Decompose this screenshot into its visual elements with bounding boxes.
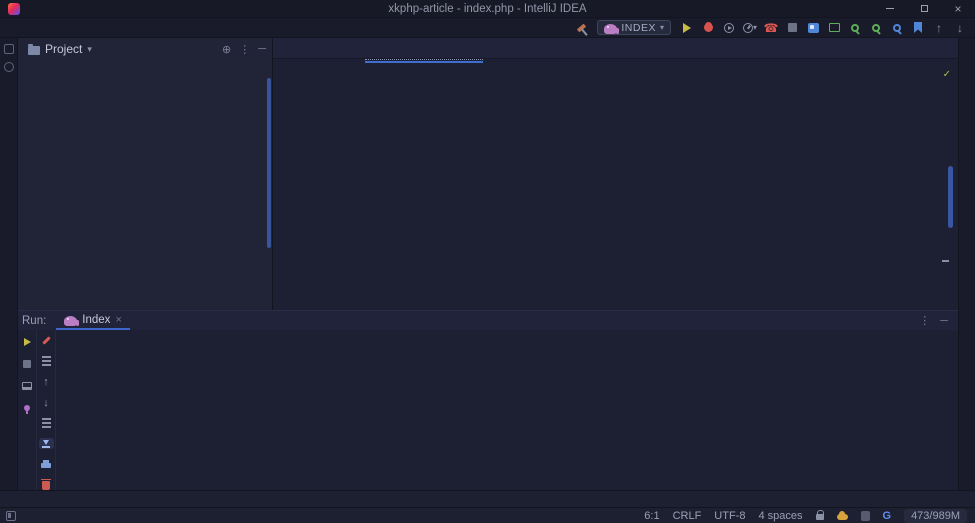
scroll-to-end-icon[interactable] [39, 438, 54, 449]
selection-artifact [365, 59, 483, 60]
project-panel: Project ▾ ⊕ ⋮ ─ [18, 38, 273, 310]
chevron-down-icon: ▾ [660, 23, 664, 32]
stop-button[interactable] [20, 357, 35, 370]
main-body: Project ▾ ⊕ ⋮ ─ [0, 38, 975, 490]
navigation-toolbar: INDEX ▾ ▾ ☎ ↑ ↓ [0, 18, 975, 38]
php-icon [604, 24, 617, 34]
caret-position[interactable]: 6:1 [644, 510, 659, 522]
find-icon[interactable] [888, 20, 906, 36]
run-toolbar-primary [18, 330, 37, 490]
print-icon[interactable] [39, 458, 54, 469]
project-panel-header[interactable]: Project ▾ ⊕ ⋮ ─ [18, 38, 272, 60]
up-stack-icon[interactable]: ↑ [39, 376, 54, 388]
inspections-ok-icon[interactable]: ✓ [943, 67, 950, 81]
minimize-button[interactable] [873, 0, 907, 18]
code-editor[interactable]: ✓ [273, 59, 958, 310]
line-separator[interactable]: CRLF [673, 510, 702, 522]
run-panel-body: ↑ ↓ [18, 330, 958, 490]
project-panel-title: Project [45, 42, 82, 56]
up-arrow-icon[interactable]: ↑ [930, 20, 948, 36]
close-button[interactable]: × [941, 0, 975, 18]
stop-button[interactable] [783, 20, 801, 36]
commit-tool-icon[interactable] [4, 62, 14, 72]
run-console[interactable] [56, 330, 958, 490]
more-options-icon[interactable]: ⋮ [919, 314, 930, 327]
search-icon[interactable] [846, 20, 864, 36]
run-configuration-name: INDEX [621, 22, 656, 34]
terminal-window-icon[interactable] [825, 20, 843, 36]
chevron-down-icon: ▾ [87, 44, 92, 55]
rerun-button[interactable] [20, 335, 35, 348]
memory-indicator[interactable]: 473/989M [904, 509, 967, 523]
status-bar: 6:1 CRLF UTF-8 4 spaces G 473/989M [0, 507, 975, 523]
run-button[interactable] [678, 20, 696, 36]
run-toolbar-secondary: ↑ ↓ [37, 330, 56, 490]
soft-wrap-icon[interactable] [39, 418, 54, 429]
title-bar: xkphp-article - index.php - IntelliJ IDE… [0, 0, 975, 18]
indent-setting[interactable]: 4 spaces [758, 510, 802, 522]
project-tool-icon[interactable] [4, 44, 14, 54]
run-label: Run: [22, 315, 46, 327]
intellij-logo-icon [8, 3, 20, 15]
main-toolbar: INDEX ▾ ▾ ☎ ↑ ↓ [572, 20, 969, 36]
debug-button[interactable] [699, 20, 717, 36]
editor-tab-bar [273, 38, 958, 59]
left-tool-window-bar [0, 38, 18, 490]
window-title: xkphp-article - index.php - IntelliJ IDE… [388, 3, 586, 15]
run-tab-index[interactable]: Index × [56, 311, 130, 330]
maximize-button[interactable] [907, 0, 941, 18]
plugin-status-icon[interactable] [861, 511, 870, 521]
cloud-sync-icon[interactable] [837, 514, 848, 520]
project-scrollbar[interactable] [267, 78, 271, 248]
hide-panel-icon[interactable]: ─ [258, 43, 266, 55]
browser-icon[interactable] [804, 20, 822, 36]
window-controls: × [873, 0, 975, 18]
edit-source-icon[interactable] [39, 335, 54, 346]
profiler-button[interactable]: ▾ [741, 20, 759, 36]
selection-artifact [365, 61, 483, 63]
filter-list-icon[interactable] [39, 355, 54, 366]
close-icon[interactable]: × [115, 314, 121, 326]
more-options-icon[interactable]: ⋮ [239, 43, 250, 56]
right-tool-window-bar [958, 38, 975, 490]
project-icon [28, 46, 40, 55]
build-hammer-icon[interactable] [572, 20, 590, 36]
search-replace-icon[interactable] [867, 20, 885, 36]
hide-panel-icon[interactable]: ─ [940, 315, 948, 327]
restore-layout-icon[interactable] [20, 379, 35, 392]
tool-windows-icon[interactable] [6, 511, 16, 521]
editor: ✓ [273, 38, 958, 310]
pin-tab-icon[interactable] [20, 401, 35, 414]
lock-icon[interactable] [816, 514, 824, 520]
locate-file-icon[interactable]: ⊕ [222, 43, 231, 56]
bookmark-icon[interactable] [909, 20, 927, 36]
google-translate-icon[interactable]: G [883, 510, 892, 522]
run-configuration-selector[interactable]: INDEX ▾ [597, 20, 671, 35]
editor-scrollbar[interactable] [948, 166, 953, 228]
ide-window: xkphp-article - index.php - IntelliJ IDE… [0, 0, 975, 523]
down-arrow-icon[interactable]: ↓ [951, 20, 969, 36]
down-stack-icon[interactable]: ↓ [39, 397, 54, 409]
clear-console-icon[interactable] [39, 479, 54, 490]
tool-window-bar [0, 490, 975, 507]
run-tab-label: Index [82, 314, 110, 326]
run-panel: Run: Index × ⋮ ─ [18, 310, 958, 490]
scrollbar-mark [942, 260, 949, 262]
attach-debugger-icon[interactable]: ☎ [762, 20, 780, 36]
php-icon [64, 316, 77, 326]
file-encoding[interactable]: UTF-8 [714, 510, 745, 522]
coverage-button[interactable] [720, 20, 738, 36]
run-panel-header: Run: Index × ⋮ ─ [18, 311, 958, 330]
